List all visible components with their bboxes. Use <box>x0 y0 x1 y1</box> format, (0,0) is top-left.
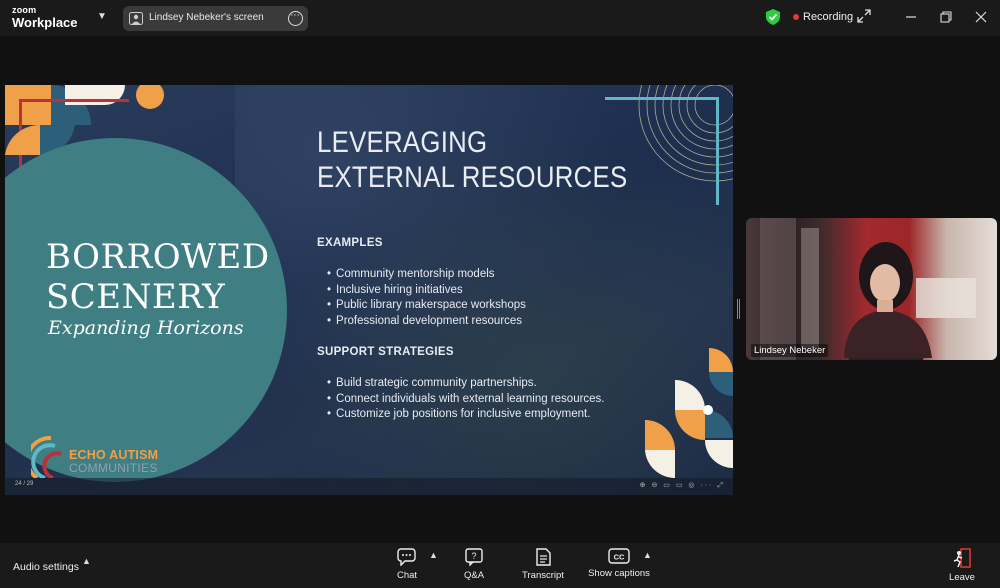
leave-button[interactable]: Leave <box>946 548 978 583</box>
participant-video-frame <box>760 218 976 360</box>
app-menu-chevron-icon[interactable]: ▼ <box>95 10 109 24</box>
zoom-window: zoom Workplace ▼ Lindsey Nebeker's scree… <box>0 0 1000 588</box>
participant-name-label: Lindsey Nebeker <box>751 344 829 357</box>
slide-title-line1: LEVERAGING <box>317 126 488 159</box>
audio-settings-button[interactable]: Audio settings <box>13 561 79 573</box>
slide-title-line2: EXTERNAL RESOURCES <box>317 161 628 194</box>
qa-button[interactable]: ? Q&A <box>460 548 488 581</box>
examples-list: Community mentorship models Inclusive hi… <box>327 267 526 329</box>
logo-text-line2: COMMUNITIES <box>69 461 158 475</box>
list-item: Customize job positions for inclusive em… <box>327 407 605 423</box>
shared-slide: BORROWED SCENERY Expanding Horizons LEVE… <box>5 85 733 495</box>
resize-handle[interactable] <box>737 299 740 319</box>
fullscreen-icon[interactable] <box>857 9 871 23</box>
leave-door-icon <box>953 548 971 568</box>
shared-screen-label: Lindsey Nebeker's screen <box>149 12 264 23</box>
strategies-list: Build strategic community partnerships. … <box>327 376 605 423</box>
zoom-logo: zoom Workplace <box>12 5 78 30</box>
list-item: Build strategic community partnerships. <box>327 376 605 392</box>
shared-screen-pill[interactable]: Lindsey Nebeker's screen <box>123 6 308 31</box>
left-title-line1: BORROWED <box>46 237 270 277</box>
qa-icon: ? <box>465 548 483 566</box>
chat-label: Chat <box>396 570 418 581</box>
slide-navigation-bar: 24 / 29 ⊕ ⊖ ▭ ▭ ◎ ··· ⤢ <box>5 478 733 495</box>
qa-label: Q&A <box>463 570 485 581</box>
close-icon[interactable] <box>973 9 989 25</box>
list-item: Public library makerspace workshops <box>327 298 526 314</box>
audio-settings-chevron-icon[interactable]: ▲ <box>82 556 91 566</box>
left-subtitle: Expanding Horizons <box>48 317 244 339</box>
security-shield-icon[interactable] <box>766 9 780 25</box>
meeting-toolbar: Audio settings ▲ Chat ▲ ? Q&A Transcript… <box>0 543 1000 588</box>
logo-line2: Workplace <box>12 15 78 30</box>
viewer-controls-icon[interactable]: ⊕ ⊖ ▭ ▭ ◎ ··· ⤢ <box>640 481 725 490</box>
more-options-icon[interactable] <box>288 9 303 26</box>
transcript-label: Transcript <box>522 570 564 581</box>
slide-title: LEVERAGING EXTERNAL RESOURCES <box>317 125 628 195</box>
leave-label: Leave <box>949 572 975 583</box>
list-item: Connect individuals with external learni… <box>327 392 604 408</box>
participant-video-tile[interactable]: Lindsey Nebeker <box>746 218 997 360</box>
chat-chevron-icon[interactable]: ▲ <box>429 550 438 560</box>
page-indicator[interactable]: 24 / 29 <box>15 481 33 487</box>
left-title-line2: SCENERY <box>46 277 226 317</box>
logo-text-line1: ECHO AUTISM <box>69 448 159 462</box>
captions-chevron-icon[interactable]: ▲ <box>643 550 652 560</box>
person-screen-icon <box>129 12 143 25</box>
recording-label[interactable]: Recording <box>803 11 853 23</box>
leaf-decoration <box>645 348 733 479</box>
show-captions-label: Show captions <box>588 568 650 579</box>
transcript-icon <box>536 548 551 566</box>
chat-icon <box>397 548 416 566</box>
restore-icon[interactable] <box>938 9 954 25</box>
section-heading-strategies: SUPPORT STRATEGIES <box>317 346 454 358</box>
title-bar: zoom Workplace ▼ Lindsey Nebeker's scree… <box>0 0 1000 36</box>
closed-captions-icon: CC <box>608 548 630 564</box>
svg-text:CC: CC <box>614 553 625 562</box>
minimize-icon[interactable] <box>903 9 919 25</box>
section-heading-examples: EXAMPLES <box>317 237 383 249</box>
svg-text:?: ? <box>471 551 476 561</box>
left-title: BORROWED SCENERY <box>46 237 270 317</box>
recording-dot-icon <box>793 14 799 20</box>
list-item: Professional development resources <box>327 314 526 330</box>
logo-line1: zoom <box>12 5 37 15</box>
transcript-button[interactable]: Transcript <box>518 548 568 581</box>
chat-button[interactable]: Chat <box>392 548 422 581</box>
list-item: Inclusive hiring initiatives <box>327 283 526 299</box>
list-item: Community mentorship models <box>327 267 526 283</box>
